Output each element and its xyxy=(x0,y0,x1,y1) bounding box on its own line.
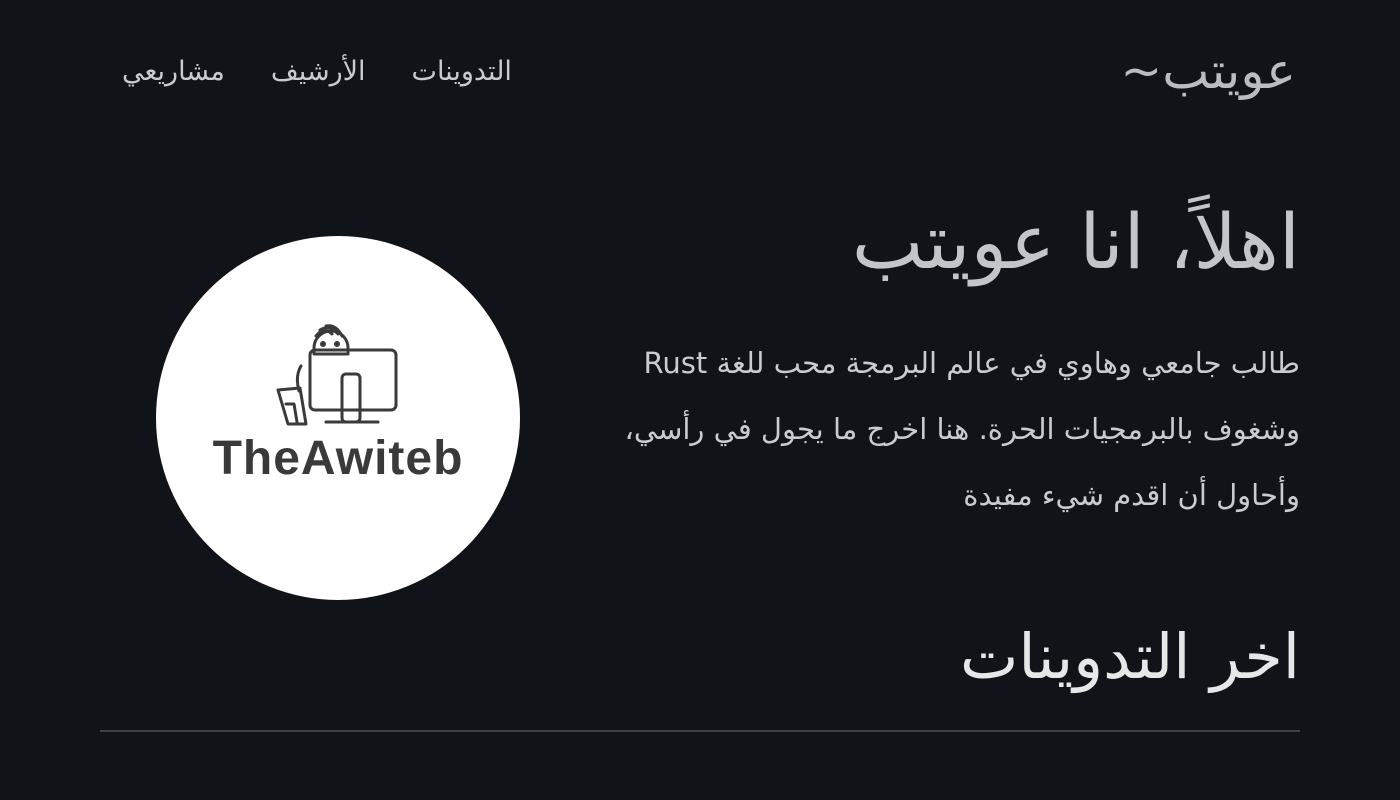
hero-bio: طالب جامعي وهاوي في عالم البرمجة محب للغ… xyxy=(624,346,1300,512)
developer-at-computer-icon: TheAwiteb xyxy=(213,324,464,485)
site-container: ~عويتب التدوينات الأرشيف مشاريعي اهلاً، … xyxy=(100,0,1300,800)
brand-link[interactable]: ~عويتب xyxy=(1120,42,1296,100)
hero-title: اهلاً، انا عويتب xyxy=(851,197,1300,286)
hero-section: اهلاً، انا عويتب طالب جامعي وهاوي في عال… xyxy=(100,190,1300,610)
nav-link-archive[interactable]: الأرشيف xyxy=(271,56,366,87)
avatar: TheAwiteb xyxy=(156,236,520,600)
latest-posts-heading: اخر التدوينات xyxy=(959,620,1300,693)
nav-link-posts[interactable]: التدوينات xyxy=(412,56,512,87)
avatar-logo-text: TheAwiteb xyxy=(213,432,464,485)
main-nav: التدوينات الأرشيف مشاريعي xyxy=(122,56,512,87)
section-divider xyxy=(100,730,1300,732)
site-header: ~عويتب التدوينات الأرشيف مشاريعي xyxy=(100,40,1300,110)
nav-link-projects[interactable]: مشاريعي xyxy=(122,56,225,87)
